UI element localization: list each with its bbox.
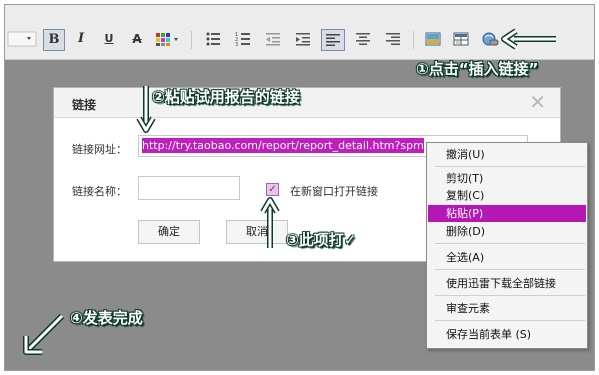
insert-link-icon[interactable] [479, 29, 501, 49]
indent-icon[interactable] [293, 29, 313, 49]
annotation-step2: ②粘贴试用报告的链接 [152, 88, 300, 106]
menu-item-paste[interactable]: 粘贴(P) [428, 205, 586, 222]
down-left-arrow-icon [23, 313, 65, 355]
menu-item-inspect[interactable]: 审查元素 [428, 300, 586, 317]
italic-button[interactable]: I [71, 29, 91, 49]
color-grid-icon[interactable] [153, 29, 181, 49]
ok-button[interactable]: 确定 [138, 220, 200, 244]
menu-item-select-all[interactable]: 全选(A) [428, 249, 586, 266]
menu-item-thunder-download[interactable]: 使用迅雷下载全部链接 [428, 275, 586, 292]
insert-image-icon[interactable] [423, 29, 443, 49]
align-left-icon[interactable] [321, 29, 345, 51]
url-input-value: http://try.taobao.com/report/report_deta… [142, 138, 424, 153]
menu-divider [435, 243, 585, 244]
new-window-label: 在新窗口打开链接 [290, 185, 378, 198]
menu-item-copy[interactable]: 复制(C) [428, 187, 586, 204]
menu-divider [435, 166, 585, 167]
name-label: 链接名称： [72, 185, 127, 198]
annotation-step4: ④发表完成 [70, 309, 143, 327]
outdent-icon[interactable] [263, 29, 283, 49]
bulleted-list-icon[interactable] [203, 29, 223, 49]
toolbar-separator [191, 31, 192, 49]
dialog-header: 链接 ✕ [54, 88, 560, 118]
new-window-checkbox[interactable]: ✓ [266, 183, 279, 196]
close-icon[interactable]: ✕ [529, 92, 546, 112]
context-menu: 撤消(U) 剪切(T) 复制(C) 粘贴(P) 删除(D) 全选(A) 使用迅雷… [426, 142, 588, 349]
annotation-step3: ③此项打✓ [286, 231, 357, 249]
svg-text:3: 3 [235, 42, 238, 47]
align-right-icon[interactable] [383, 29, 403, 49]
numbered-list-icon[interactable]: 123 [233, 29, 253, 49]
down-arrow-icon [136, 86, 156, 133]
url-label: 链接网址： [72, 143, 127, 156]
menu-divider [435, 320, 585, 321]
strikethrough-button[interactable]: A [127, 29, 147, 49]
annotation-step1: ①点击“插入链接” [416, 60, 539, 78]
up-arrow-icon [260, 197, 280, 248]
menu-item-delete[interactable]: 删除(D) [428, 223, 586, 240]
underline-button[interactable]: U [99, 29, 119, 49]
left-arrow-icon [501, 28, 556, 50]
menu-divider [435, 295, 585, 296]
align-center-icon[interactable] [353, 29, 373, 49]
menu-item-save-form[interactable]: 保存当前表单 (S) [428, 326, 586, 343]
dropdown-arrow-icon[interactable] [5, 29, 39, 49]
menu-item-cut[interactable]: 剪切(T) [428, 170, 586, 187]
menu-item-undo[interactable]: 撤消(U) [428, 146, 586, 163]
toolbar-separator [413, 31, 414, 49]
menu-divider [435, 269, 585, 270]
bold-button[interactable]: B [43, 29, 65, 51]
dialog-title: 链接 [72, 98, 97, 112]
link-name-input[interactable] [138, 176, 240, 200]
insert-table-icon[interactable] [451, 29, 471, 49]
